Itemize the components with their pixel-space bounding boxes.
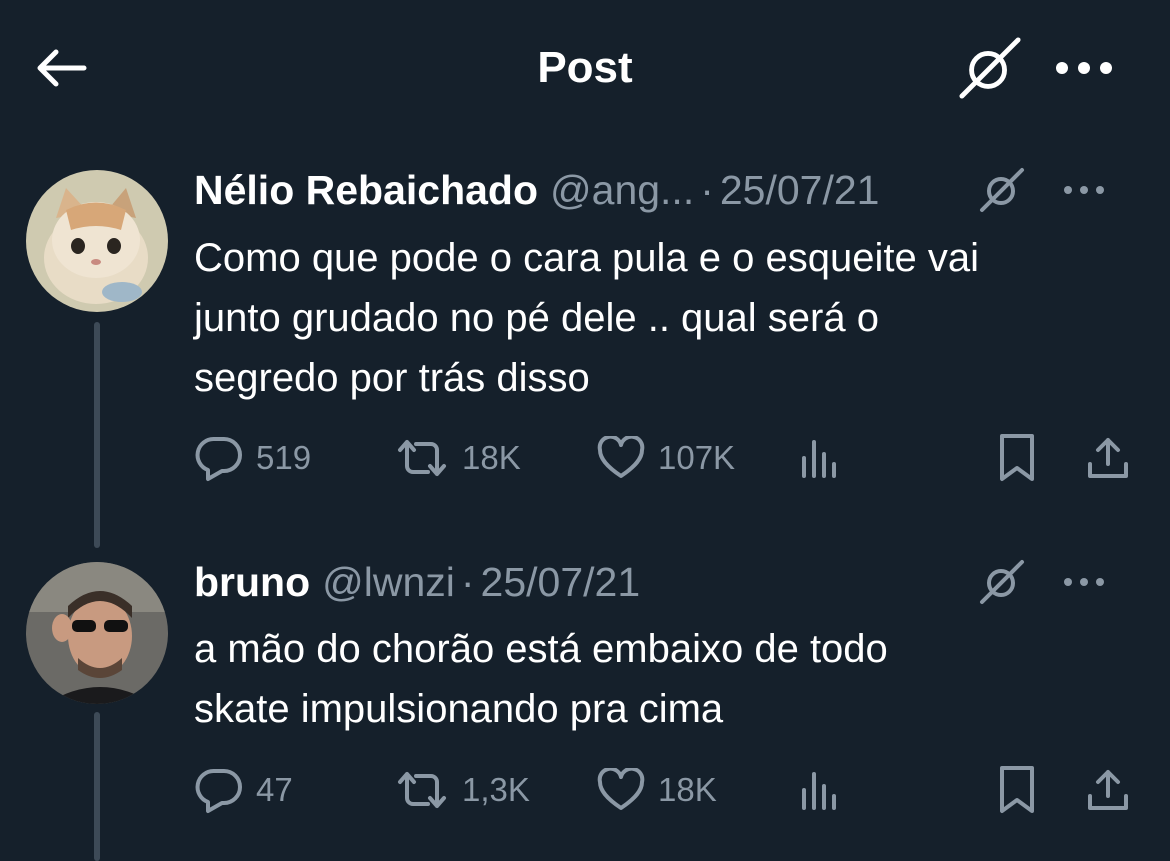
reply-button[interactable]: 47 — [194, 760, 293, 820]
heart-icon — [597, 768, 645, 810]
like-count: 107K — [658, 439, 736, 476]
man-sunglasses-avatar-icon — [26, 562, 168, 704]
analytics-icon — [802, 440, 836, 478]
more-button[interactable] — [1058, 164, 1110, 216]
tweet-actions: 519 18K 107K — [190, 428, 1140, 488]
avatar[interactable] — [26, 562, 168, 704]
avatar[interactable] — [26, 170, 168, 312]
heart-icon — [597, 436, 645, 478]
reply-count: 47 — [256, 771, 293, 808]
more-horizontal-icon — [1064, 186, 1104, 194]
grok-icon — [980, 560, 1024, 604]
grok-button[interactable] — [976, 164, 1028, 216]
share-button[interactable] — [1084, 428, 1132, 488]
tweet-actions: 47 1,3K 18K — [190, 760, 1140, 820]
bookmark-icon — [1000, 434, 1034, 481]
tweet-text: a mão do chorão está embaixo de todo ska… — [194, 627, 888, 731]
author-name[interactable]: Nélio Rebaichado — [194, 167, 538, 214]
analytics-icon — [802, 772, 836, 810]
tweet-text: Como que pode o cara pula e o esqueite v… — [194, 236, 979, 400]
separator-dot: · — [700, 166, 714, 213]
repost-button[interactable]: 1,3K — [394, 760, 530, 820]
reply-icon — [195, 768, 242, 813]
more-horizontal-icon — [1064, 578, 1104, 586]
views-button[interactable] — [798, 428, 842, 488]
share-icon — [1088, 770, 1128, 810]
repost-button[interactable]: 18K — [394, 428, 521, 488]
reply-icon — [195, 436, 242, 481]
repost-count: 18K — [462, 439, 521, 476]
repost-icon — [398, 440, 446, 476]
separator-dot: · — [460, 558, 475, 605]
post-date[interactable]: 25/07/21 — [481, 559, 641, 606]
bookmark-button[interactable] — [996, 760, 1038, 820]
post-date[interactable]: 25/07/21 — [720, 167, 880, 214]
tweet-header: bruno @lwnzi · 25/07/21 — [194, 554, 1140, 610]
more-button[interactable] — [1052, 36, 1116, 100]
bookmark-icon — [1000, 766, 1034, 813]
share-icon — [1088, 438, 1128, 478]
thread-line — [94, 712, 100, 861]
thread-line — [94, 322, 100, 548]
author-name[interactable]: bruno — [194, 559, 310, 606]
tweet-header-actions — [976, 164, 1110, 216]
share-button[interactable] — [1084, 760, 1132, 820]
more-button[interactable] — [1058, 556, 1110, 608]
like-button[interactable]: 107K — [596, 428, 735, 488]
grok-icon — [959, 37, 1021, 99]
tweet-header-actions — [976, 556, 1110, 608]
repost-icon — [398, 772, 446, 808]
like-count: 18K — [658, 771, 717, 808]
grok-icon — [980, 168, 1024, 212]
views-button[interactable] — [798, 760, 842, 820]
like-button[interactable]: 18K — [596, 760, 717, 820]
author-handle[interactable]: @lwnzi — [322, 559, 455, 606]
kitten-avatar-icon — [26, 170, 168, 312]
repost-count: 1,3K — [462, 771, 530, 808]
author-handle[interactable]: @ang... — [550, 167, 694, 214]
reply-count: 519 — [256, 439, 312, 476]
grok-button[interactable] — [976, 556, 1028, 608]
tweet-header: Nélio Rebaichado @ang... · 25/07/21 — [194, 162, 1140, 218]
reply-button[interactable]: 519 — [194, 428, 311, 488]
more-horizontal-icon — [1056, 62, 1112, 74]
grok-button[interactable] — [958, 36, 1022, 100]
bookmark-button[interactable] — [996, 428, 1038, 488]
top-bar: Post — [0, 0, 1170, 135]
